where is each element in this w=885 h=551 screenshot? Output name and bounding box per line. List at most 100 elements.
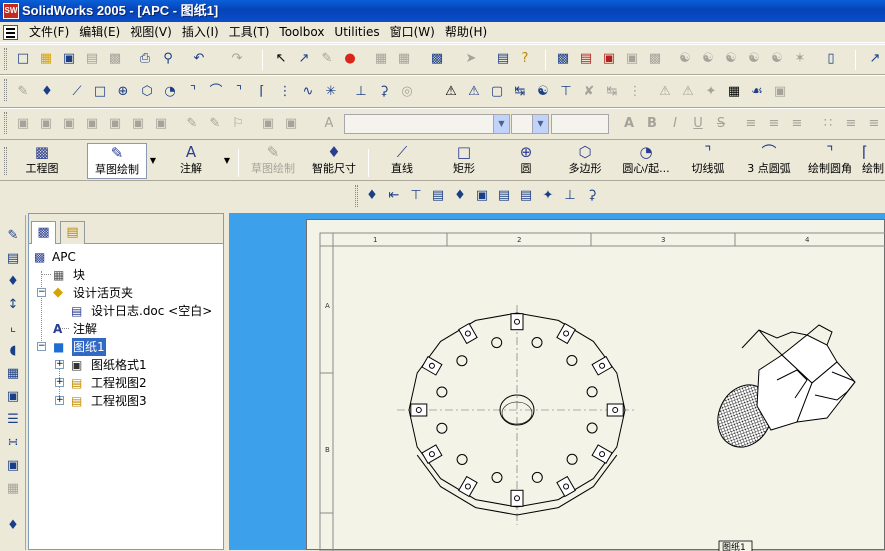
align-left-icon[interactable]: ≡ <box>742 115 760 133</box>
hide-edge-icon[interactable]: ▣ <box>129 115 147 133</box>
broken-view-icon[interactable]: ☯ <box>699 50 717 68</box>
ordinate-dimension-icon[interactable]: ♦ <box>451 187 469 205</box>
menu-tools[interactable]: 工具(T) <box>224 22 275 43</box>
sketch-mode-button[interactable]: ✎ 草图绘制 <box>246 143 300 179</box>
line-button[interactable]: ⟋ 直线 <box>380 143 424 179</box>
repair-sketch-icon[interactable]: ⚠ <box>465 83 483 101</box>
align-center-icon[interactable]: ≡ <box>765 115 783 133</box>
solidworks-app-icon[interactable]: SW <box>3 3 19 19</box>
italic-icon[interactable]: I <box>666 115 684 133</box>
line-style-icon[interactable]: ▣ <box>106 115 124 133</box>
sketch-chamfer-button[interactable]: ⌈ 绘制 <box>862 143 885 179</box>
new-document-icon[interactable]: □ <box>14 50 32 68</box>
drawing-view-iso-part[interactable] <box>708 324 856 456</box>
chamfer-dimension-icon[interactable]: ▣ <box>473 187 491 205</box>
crop-view-icon[interactable]: ☯ <box>722 50 740 68</box>
sketch-fillet-button[interactable]: ⌝ 绘制圆角 <box>804 143 856 179</box>
fillet-toolbar-icon[interactable]: ⌝ <box>230 83 248 101</box>
section-view-icon[interactable]: ▩ <box>646 50 664 68</box>
height-field[interactable] <box>551 114 609 134</box>
annotation-tab-dropdown[interactable]: ▼ <box>222 149 232 173</box>
print-preview-icon[interactable]: ⚲ <box>159 50 177 68</box>
tangent-arc-button[interactable]: ⌝ 切线弧 <box>686 143 730 179</box>
chevron-down-icon[interactable]: ▼ <box>493 115 509 133</box>
distribute-icon[interactable]: ∷ <box>819 115 837 133</box>
offset-disabled-icon[interactable]: ◎ <box>398 83 416 101</box>
sketch-tab-button[interactable]: ✎ 草图绘制 <box>87 143 147 179</box>
offset-entities-icon[interactable]: ↹ <box>511 83 529 101</box>
bullets-icon[interactable]: ≡ <box>842 115 860 133</box>
edit-disabled-icon[interactable]: ⚐ <box>229 115 247 133</box>
traffic-light-icon[interactable]: ● <box>341 50 359 68</box>
expand-drawing-view3[interactable]: + <box>55 396 64 405</box>
scatter-pattern-icon[interactable]: ☙ <box>748 83 766 101</box>
make-drawing-icon[interactable]: ▤ <box>83 50 101 68</box>
projected-view-icon[interactable]: ▣ <box>600 50 618 68</box>
vertical-dimension-icon[interactable]: ⊤ <box>407 187 425 205</box>
file-properties-icon[interactable]: ▦ <box>372 50 390 68</box>
tools-dropdown-icon[interactable]: ▩ <box>428 50 446 68</box>
polygon-button[interactable]: ⬡ 多边形 <box>563 143 607 179</box>
print-icon[interactable]: ⎙ <box>136 50 154 68</box>
centerpoint-arc-toolbar-icon[interactable]: ◔ <box>161 83 179 101</box>
bold-icon[interactable]: B <box>643 115 661 133</box>
predefined-view-icon[interactable]: ✶ <box>791 50 809 68</box>
hole-callout-icon[interactable]: ▣ <box>4 388 22 406</box>
toolbar-grip[interactable] <box>4 48 7 70</box>
three-point-arc-toolbar-icon[interactable]: ⌒ <box>207 83 225 101</box>
menu-window[interactable]: 窗口(W) <box>385 22 440 43</box>
linear-pattern-icon[interactable]: ⚠ <box>656 83 674 101</box>
table-disabled-icon[interactable]: ▦ <box>4 480 22 498</box>
polygon-toolbar-icon[interactable]: ⬡ <box>138 83 156 101</box>
relative-view-icon[interactable]: ☯ <box>768 50 786 68</box>
save-icon[interactable]: ▣ <box>60 50 78 68</box>
block-insert-icon[interactable]: ▣ <box>4 457 22 475</box>
phone-icon[interactable]: ▯ <box>822 50 840 68</box>
toolbar-grip[interactable] <box>4 147 7 175</box>
numbering-icon[interactable]: ≡ <box>865 115 883 133</box>
toolbar-grip[interactable] <box>355 185 358 207</box>
font-name-select[interactable]: ▼ <box>344 114 510 134</box>
font-size-select[interactable]: ▼ <box>511 114 549 134</box>
feature-tree-tab[interactable]: ▩ <box>31 221 56 244</box>
pen-plus-disabled-icon[interactable]: ✎ <box>206 115 224 133</box>
circle-button[interactable]: ⊕ 圆 <box>506 143 546 179</box>
expand-drawing-view2[interactable]: + <box>55 378 64 387</box>
drawing-sheet[interactable]: 1 2 3 4 A B 图纸1 <box>306 219 885 551</box>
layer-properties-icon[interactable]: ▣ <box>37 115 55 133</box>
relation-horizontal-icon[interactable]: ⊥ <box>561 187 579 205</box>
chamfer-toolbar-icon[interactable]: ⌈ <box>253 83 271 101</box>
mirror-dimension-icon[interactable]: ✦ <box>539 187 557 205</box>
weld-symbol-icon[interactable]: ▦ <box>4 365 22 383</box>
center-mark-icon[interactable]: ∺ <box>4 434 22 452</box>
menu-view[interactable]: 视图(V) <box>125 22 177 43</box>
vertical-ordinate-icon[interactable]: ▤ <box>517 187 535 205</box>
menu-utilities[interactable]: Utilities <box>329 22 384 43</box>
smart-dimension-toolbar-icon[interactable]: ♦ <box>38 83 56 101</box>
rebuild-disabled-icon[interactable]: ✎ <box>318 50 336 68</box>
line-toolbar-icon[interactable]: ⟋ <box>68 83 86 101</box>
toolbar-grip[interactable] <box>4 79 7 101</box>
add-relation-toolbar-icon[interactable]: ⊥ <box>352 83 370 101</box>
line-color-icon[interactable]: ▣ <box>60 115 78 133</box>
point-toolbar-icon[interactable]: ✳ <box>322 83 340 101</box>
strikethrough-icon[interactable]: S <box>712 115 730 133</box>
font-style-icon[interactable]: A <box>320 115 338 133</box>
document-menu-icon[interactable] <box>3 25 18 40</box>
circle-toolbar-icon[interactable]: ⊕ <box>114 83 132 101</box>
arrow-tool-icon[interactable]: ↗ <box>866 50 884 68</box>
trim-entities-icon[interactable]: ☯ <box>534 83 552 101</box>
menu-edit[interactable]: 编辑(E) <box>74 22 125 43</box>
select-arrow-icon[interactable]: ↖ <box>272 50 290 68</box>
split-entities-icon[interactable]: ✘ <box>580 83 598 101</box>
alternate-position-icon[interactable]: ☯ <box>745 50 763 68</box>
paste-format-icon[interactable]: ▣ <box>282 115 300 133</box>
warning-sketch-icon[interactable]: ⚠ <box>442 83 460 101</box>
edit-sheet-icon[interactable]: ♦ <box>4 517 22 535</box>
copy-format-icon[interactable]: ▣ <box>259 115 277 133</box>
tangent-arc-toolbar-icon[interactable]: ⌝ <box>184 83 202 101</box>
menu-file[interactable]: 文件(F) <box>24 22 74 43</box>
extend-entities-icon[interactable]: ⊤ <box>557 83 575 101</box>
smart-dimension-button[interactable]: ♦ 智能尺寸 <box>306 143 362 179</box>
sketch-disabled-icon[interactable]: ✎ <box>14 83 32 101</box>
